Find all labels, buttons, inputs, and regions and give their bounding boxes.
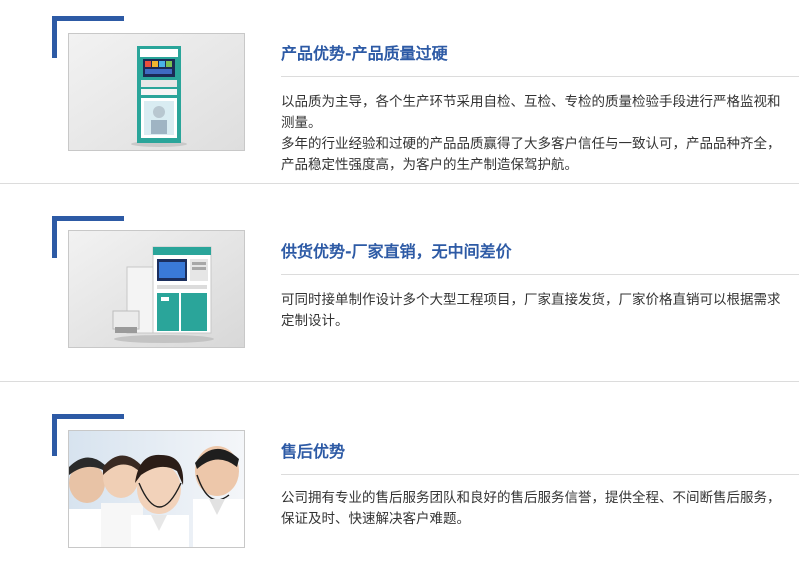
kiosk-machine-photo: [68, 33, 245, 151]
accent-corner: [52, 216, 57, 258]
accent-corner: [52, 216, 124, 221]
section-divider: [0, 183, 799, 184]
section-title: 供货优势-厂家直销，无中间差价: [281, 242, 512, 261]
section-description: 可同时接单制作设计多个大型工程项目，厂家直接发货，厂家价格直销可以根据需求定制设…: [281, 290, 781, 332]
section-description: 以品质为主导，各个生产环节采用自检、互检、专检的质量检验手段进行严格监视和测量。…: [281, 92, 781, 176]
section-divider: [0, 381, 799, 382]
printer-terminal-photo: [68, 230, 245, 348]
customer-service-team-photo: [68, 430, 245, 548]
accent-corner: [52, 16, 124, 21]
title-divider: [281, 274, 799, 275]
accent-corner: [52, 414, 124, 419]
description-paragraph: 公司拥有专业的售后服务团队和良好的售后服务信誉，提供全程、不间断售后服务，保证及…: [281, 490, 781, 527]
accent-corner: [52, 16, 57, 58]
description-paragraph: 多年的行业经验和过硬的产品品质赢得了大多客户信任与一致认可，产品品种齐全，产品稳…: [281, 136, 781, 173]
description-paragraph: 可同时接单制作设计多个大型工程项目，厂家直接发货，厂家价格直销可以根据需求定制设…: [281, 292, 781, 329]
accent-corner: [52, 414, 57, 456]
section-title: 售后优势: [281, 442, 346, 461]
description-paragraph: 以品质为主导，各个生产环节采用自检、互检、专检的质量检验手段进行严格监视和测量。: [281, 94, 781, 131]
section-title: 产品优势-产品质量过硬: [281, 44, 448, 63]
title-divider: [281, 474, 799, 475]
section-description: 公司拥有专业的售后服务团队和良好的售后服务信誉，提供全程、不间断售后服务，保证及…: [281, 488, 781, 530]
title-divider: [281, 76, 799, 77]
